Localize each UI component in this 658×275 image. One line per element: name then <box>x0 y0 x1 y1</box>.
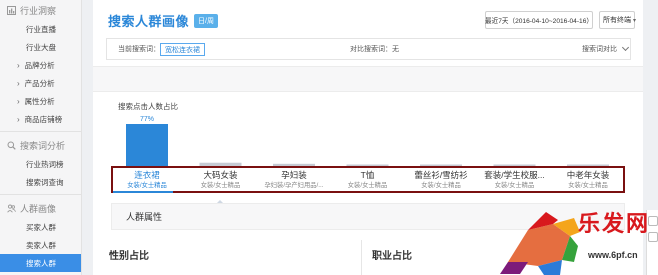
sidebar-section-industry[interactable]: 行业洞察 <box>0 0 81 20</box>
chevron-down-icon <box>621 43 630 52</box>
sidebar-item-attribute-analysis[interactable]: 属性分析 <box>0 92 81 110</box>
current-term-label: 当前搜索词： <box>118 46 160 53</box>
sidebar-item-seller-crowd[interactable]: 卖家人群 <box>0 236 81 254</box>
gender-ratio-title: 性别占比 <box>109 251 149 262</box>
sidebar-section-crowd[interactable]: 人群画像 <box>0 198 81 218</box>
sidebar: 行业洞察 行业直播 行业大盘 品牌分析 产品分析 属性分析 商品店铺榜 搜索词分… <box>0 0 82 275</box>
terminal-select[interactable]: 所有终端 ▾ <box>599 11 637 29</box>
current-keyword-chip[interactable]: 宽松连衣裙 <box>160 43 205 56</box>
watermark-url: www.6pf.cn <box>588 250 638 260</box>
sidebar-item-industry-market[interactable]: 行业大盘 <box>0 38 81 56</box>
compare-toggle-label: 搜索词对比 <box>582 46 617 53</box>
chart-title: 搜索点击人数占比 <box>118 102 178 111</box>
sidebar-item-hot-terms[interactable]: 行业热词榜 <box>0 155 81 173</box>
selected-category-underline <box>113 191 173 193</box>
page-title: 搜索人群画像 <box>108 14 190 29</box>
column-divider <box>361 240 362 275</box>
sidebar-item-shop-ranking[interactable]: 商品店铺榜 <box>0 110 81 128</box>
sidebar-item-buyer-crowd[interactable]: 买家人群 <box>0 218 81 236</box>
bar-0[interactable] <box>126 124 168 166</box>
sidebar-divider <box>0 131 81 132</box>
terminal-select-value: 所有终端 <box>603 17 631 24</box>
search-icon <box>7 141 16 150</box>
watermark-text: 乐发网 <box>578 211 651 237</box>
chevron-down-icon: ▾ <box>633 17 637 24</box>
sidebar-item-search-crowd[interactable]: 搜索人群 <box>0 254 81 272</box>
sidebar-divider <box>0 194 81 195</box>
people-icon <box>7 204 16 213</box>
sidebar-section-label: 人群画像 <box>20 203 57 214</box>
occupation-ratio-title: 职业占比 <box>372 251 412 262</box>
period-tag[interactable]: 日/周 <box>194 13 218 28</box>
title-row: 搜索人群画像 日/周 <box>108 11 218 30</box>
sidebar-item-brand-analysis[interactable]: 品牌分析 <box>0 56 81 74</box>
sidebar-section-label: 行业洞察 <box>20 5 57 16</box>
chart-icon <box>7 5 16 15</box>
category-highlight-box <box>111 166 625 193</box>
sidebar-item-term-query[interactable]: 搜索词查询 <box>0 173 81 191</box>
sidebar-section-search-terms[interactable]: 搜索词分析 <box>0 135 81 155</box>
sidebar-item-industry-live[interactable]: 行业直播 <box>0 20 81 38</box>
compare-term-label: 对比搜索词：无 <box>350 46 399 53</box>
date-range-picker[interactable]: 最近7天（2016-04-10~2016-04-16） <box>485 11 593 29</box>
divider-band <box>93 66 643 92</box>
search-term-bar: 当前搜索词： 宽松连衣裙 对比搜索词：无 搜索词对比 <box>106 38 631 60</box>
compare-toggle[interactable]: 搜索词对比 <box>582 43 630 54</box>
sidebar-item-product-analysis[interactable]: 产品分析 <box>0 74 81 92</box>
data-label-0: 77% <box>140 116 154 123</box>
sidebar-section-label: 搜索词分析 <box>20 140 66 151</box>
